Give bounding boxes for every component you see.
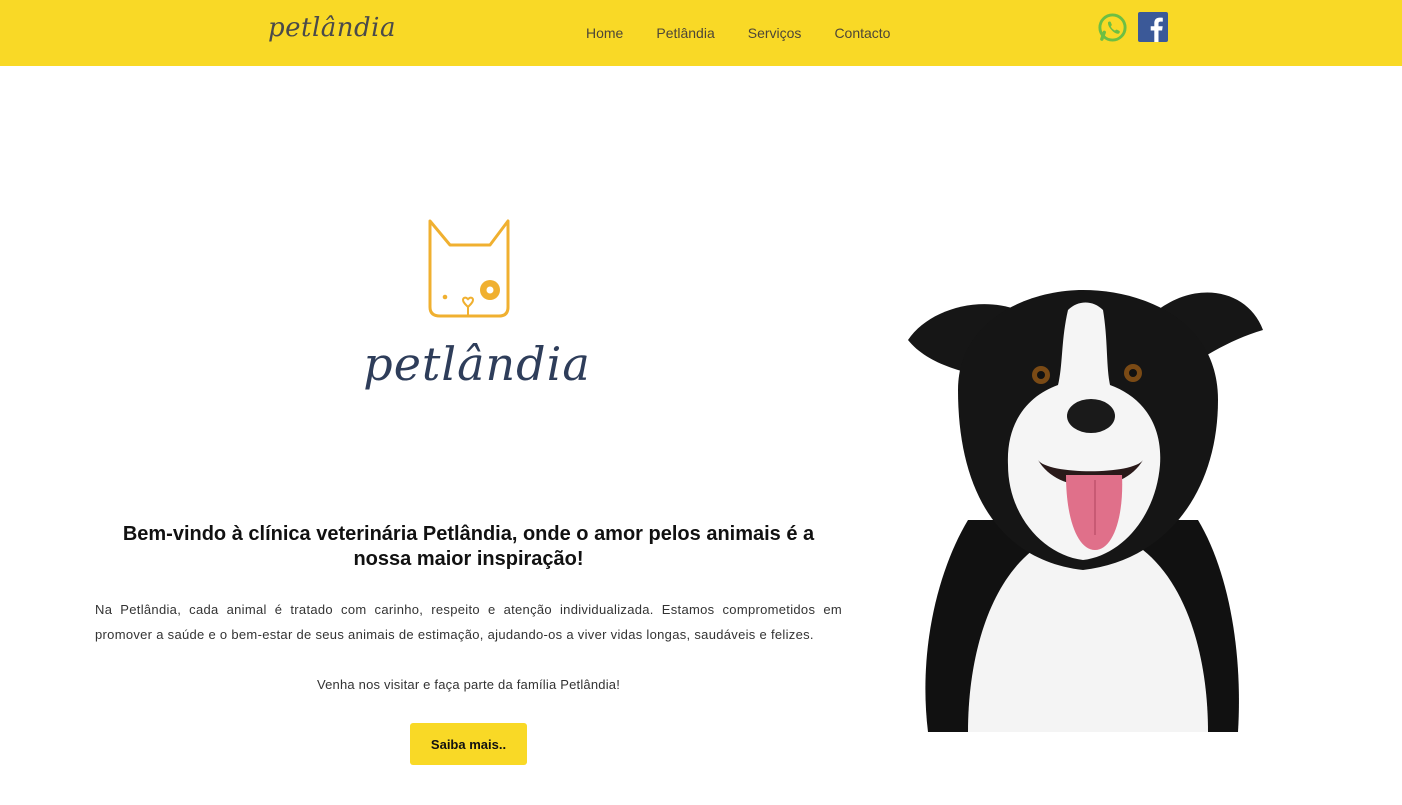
whatsapp-link[interactable] xyxy=(1097,12,1128,43)
social-links xyxy=(1097,12,1168,43)
hero-logo-wordmark: petlândia xyxy=(363,337,591,391)
intro-paragraph: Na Petlândia, cada animal é tratado com … xyxy=(95,602,842,642)
cat-face-icon xyxy=(428,219,510,318)
welcome-headline: Bem-vindo à clínica veterinária Petlândi… xyxy=(122,523,815,570)
nav-link-petlandia[interactable]: Petlândia xyxy=(656,25,714,41)
invite-text: Venha nos visitar e faça parte da famíli… xyxy=(316,677,621,692)
brand-logo-link[interactable]: petlândia xyxy=(268,8,396,52)
whatsapp-icon xyxy=(1098,13,1127,42)
nav-link-contacto[interactable]: Contacto xyxy=(834,25,890,41)
nav-link-home[interactable]: Home xyxy=(586,25,623,41)
main-nav: Home Petlândia Serviços Contacto xyxy=(586,0,890,66)
dog-photo xyxy=(908,290,1263,732)
saiba-mais-button[interactable]: Saiba mais.. xyxy=(410,723,527,765)
nav-link-servicos[interactable]: Serviços xyxy=(748,25,802,41)
facebook-link[interactable] xyxy=(1138,12,1168,43)
site-header: petlândia Home Petlândia Serviços Contac… xyxy=(0,0,1402,66)
hero-logo: petlândia xyxy=(352,215,602,430)
facebook-icon xyxy=(1138,12,1168,42)
